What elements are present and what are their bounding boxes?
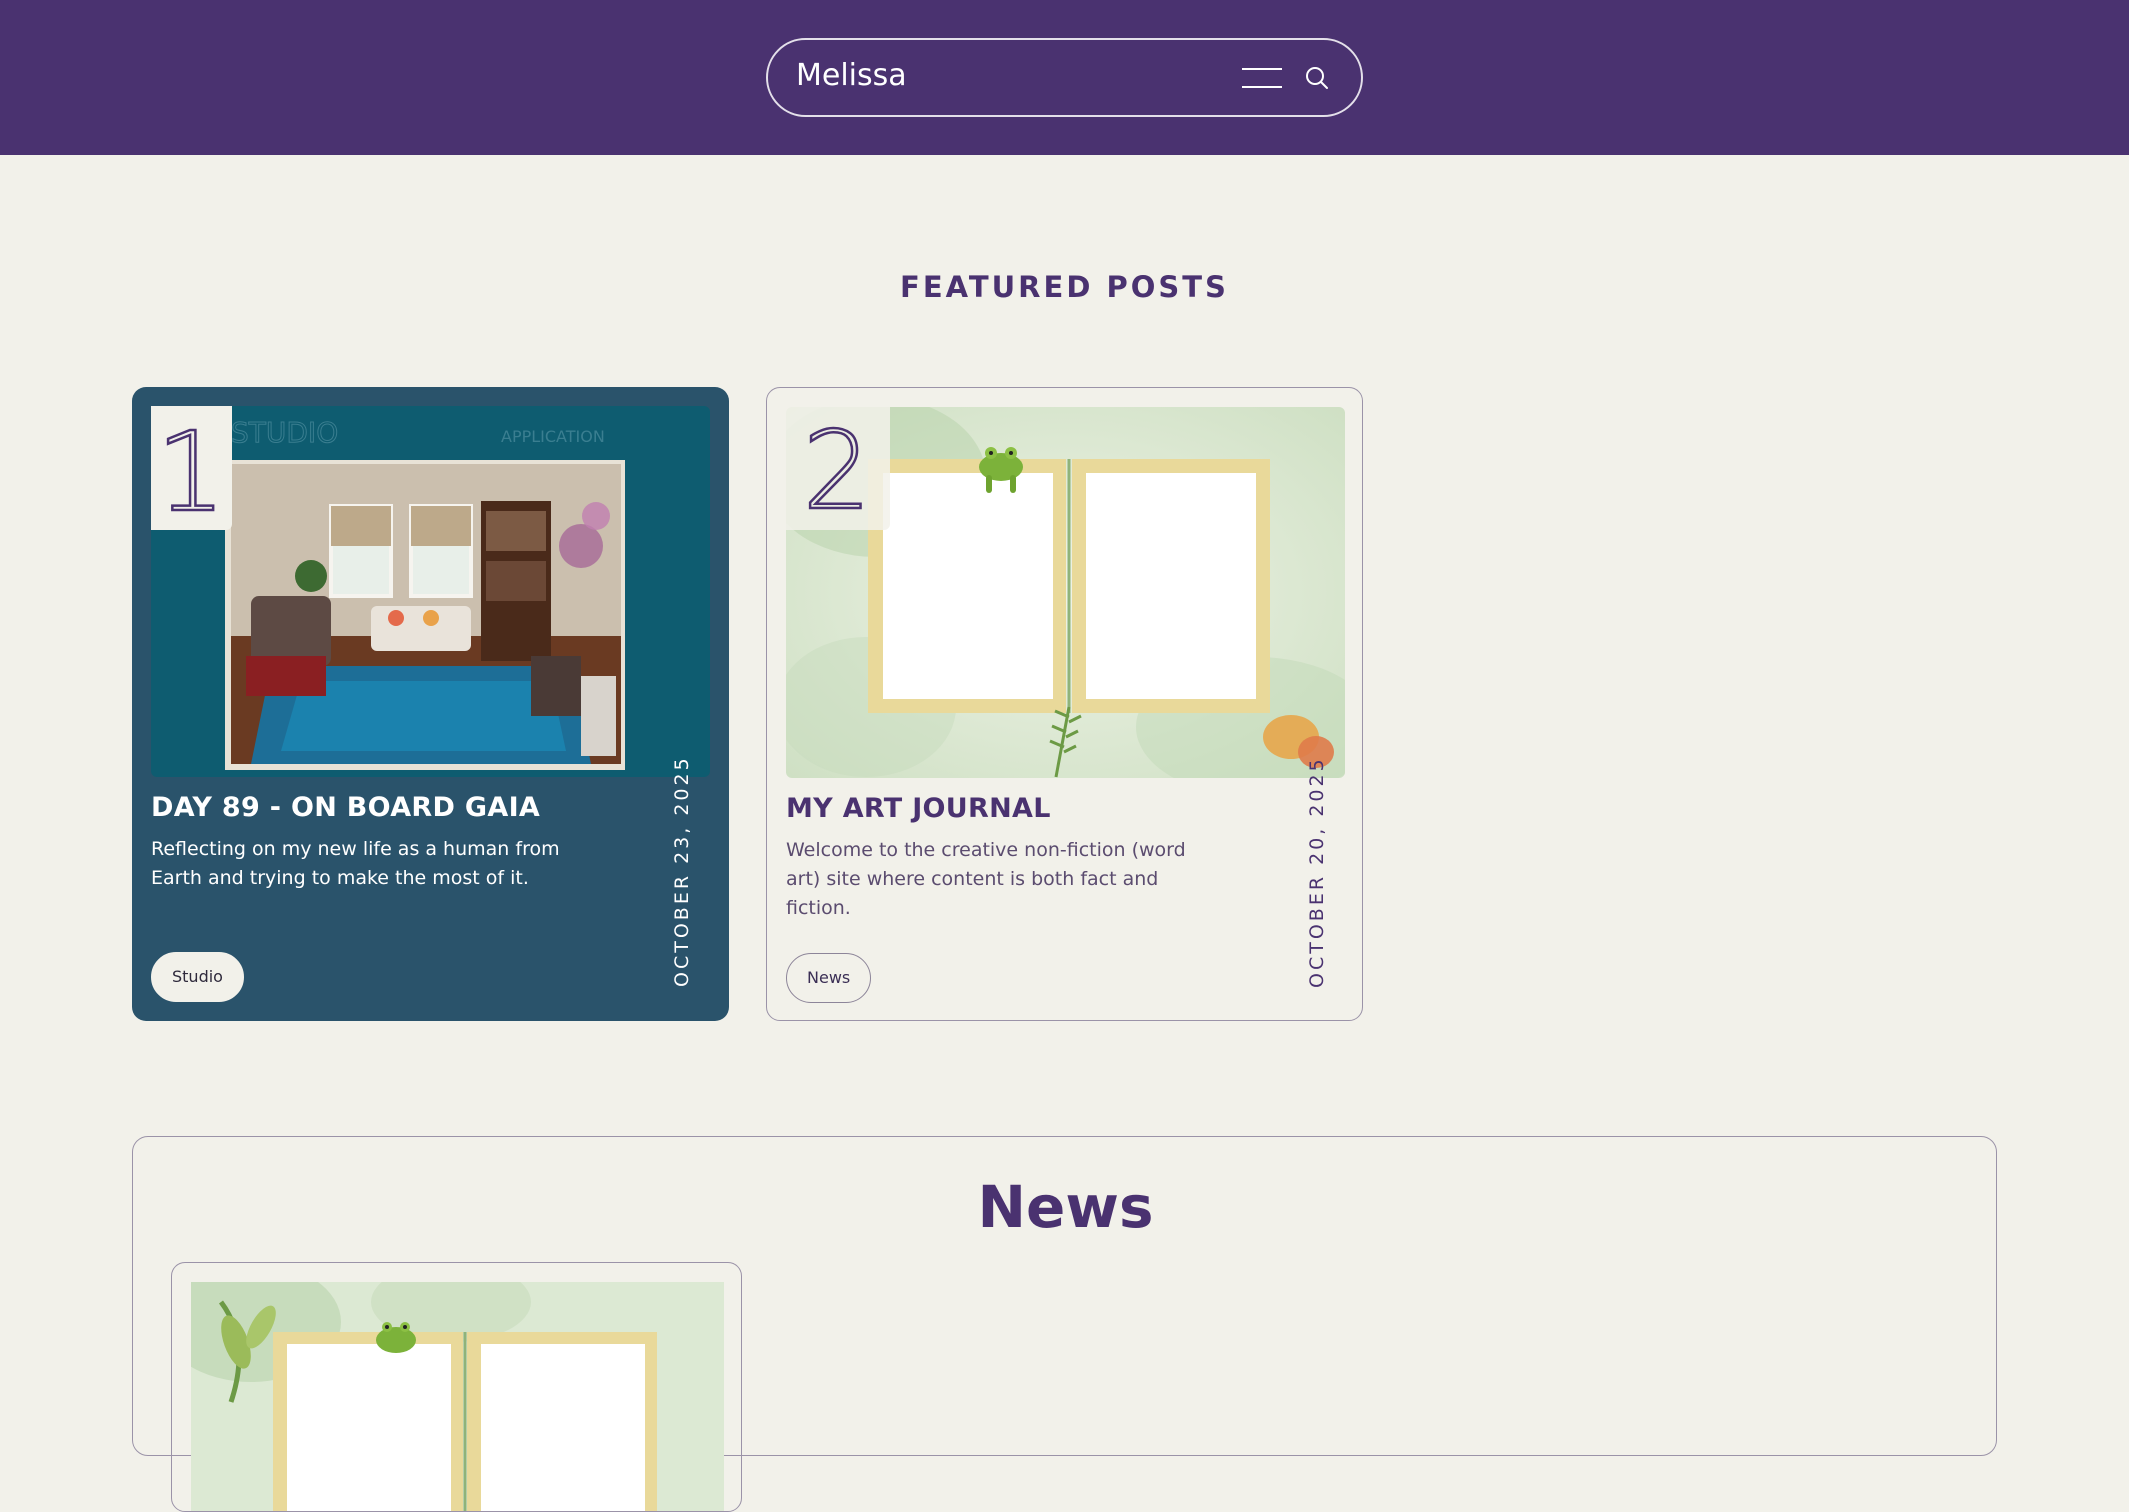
site-header: Melissa	[0, 0, 2129, 155]
post-number-badge: 2	[785, 406, 890, 530]
news-post-card[interactable]	[171, 1262, 742, 1512]
post-title[interactable]: MY ART JOURNAL	[786, 793, 1286, 824]
post-date: OCTOBER 23, 2025	[652, 755, 712, 987]
site-name-link[interactable]: Melissa	[796, 58, 907, 93]
post-excerpt: Reflecting on my new life as a human fro…	[151, 838, 560, 889]
post-number: 2	[803, 409, 872, 530]
post-date: OCTOBER 20, 2025	[1287, 756, 1347, 988]
featured-posts-heading: FEATURED POSTS	[900, 270, 1229, 304]
hamburger-menu-icon[interactable]	[1242, 66, 1284, 90]
image-sign-studio: STUDIO	[231, 416, 338, 449]
news-post-image	[172, 1263, 724, 1511]
post-image-living-room: STUDIO APPLICATION	[151, 406, 710, 777]
news-section: News	[132, 1136, 1997, 1512]
news-heading: News	[977, 1173, 1154, 1241]
search-icon[interactable]	[1302, 63, 1332, 93]
featured-post-card-2[interactable]: 2 MY ART JOURNAL Welcome to the creative…	[766, 387, 1363, 1021]
image-sign-application: APPLICATION	[501, 427, 605, 446]
category-tag-studio[interactable]: Studio	[151, 952, 244, 1002]
post-date-text: OCTOBER 23, 2025	[671, 755, 693, 987]
post-date-text: OCTOBER 20, 2025	[1306, 756, 1328, 988]
site-nav-pill: Melissa	[766, 38, 1363, 117]
post-number: 1	[156, 408, 226, 530]
post-number-badge: 1	[151, 406, 232, 530]
featured-post-card-1[interactable]: STUDIO APPLICATION 1 DAY 89 - ON BOARD G…	[132, 387, 729, 1021]
post-excerpt: Welcome to the creative non-fiction (wor…	[786, 839, 1186, 919]
category-tag-news[interactable]: News	[786, 953, 872, 1003]
post-title[interactable]: DAY 89 - ON BOARD GAIA	[151, 792, 651, 823]
